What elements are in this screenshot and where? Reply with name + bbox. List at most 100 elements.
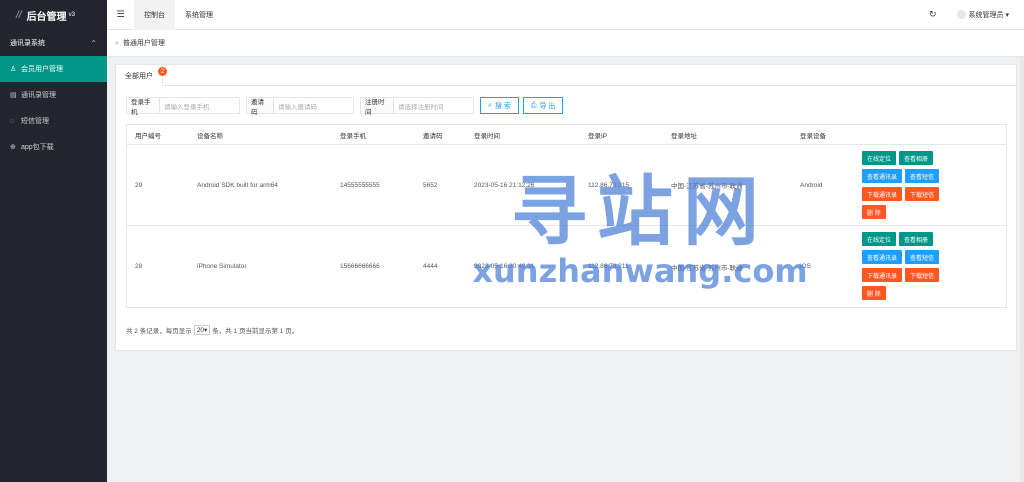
sidebar-item-label: 会员用户管理 (21, 66, 63, 73)
invite-input[interactable]: 请输入邀请码 (274, 97, 354, 114)
cell-address: 中国-江苏省-苏州市-联通 (671, 264, 743, 272)
cell-ip: 112.86.73.215 (588, 181, 630, 189)
download-sms-button[interactable]: 下载短信 (905, 187, 940, 201)
table-row: 29 Android SDK built for arm64 145555555… (127, 145, 1006, 226)
column-header: 登录地址 (671, 132, 697, 140)
view-contacts-button[interactable]: 查看通讯录 (862, 250, 903, 264)
search-button-label: 搜 索 (494, 102, 511, 110)
table-header: 用户编号 设备名称 登录手机 邀请码 登录时间 登录IP 登录地址 登录设备 (127, 125, 1006, 145)
view-sms-button[interactable]: 查看短信 (905, 169, 940, 183)
column-header: 登录IP (588, 132, 608, 140)
row-actions: 在线定位 查看相册 查看通讯录 查看短信 下载通讯录 下载短信 删 除 (862, 232, 957, 304)
page-size-select[interactable]: 20 ▾ (193, 325, 211, 335)
card-tab-row: 全部用户 2 (116, 65, 1016, 86)
chevron-up-icon: ⌃ (90, 38, 97, 48)
pagination: 共 2 条记录，每页显示 20 ▾ 条，共 1 页当前显示第 1 页。 (126, 325, 298, 335)
avatar[interactable] (956, 10, 966, 19)
sidebar-item-contacts[interactable]: ▤ 通讯录管理 (0, 82, 107, 108)
sidebar-item-sms[interactable]: ◌ 短信管理 (0, 108, 107, 134)
invite-filter: 邀请码 请输入邀请码 (246, 97, 354, 116)
column-header: 登录时间 (474, 132, 500, 140)
header-right: ↻ 系统管理员 ▾ (929, 9, 1024, 20)
page-size-value: 20 (196, 326, 204, 334)
tab-label: 控制台 (144, 11, 165, 19)
chevron-down-icon: ▾ (203, 327, 208, 334)
download-contacts-button[interactable]: 下载通讯录 (862, 268, 903, 282)
cell-id: 29 (135, 181, 143, 189)
view-album-button[interactable]: 查看相册 (899, 232, 934, 246)
top-header: ☰ 控制台 系统管理 ↻ 系统管理员 ▾ (107, 0, 1024, 30)
delete-button[interactable]: 删 除 (862, 205, 886, 219)
cell-invite: 4444 (423, 263, 438, 270)
reg-time-filter-label: 注册时间 (360, 97, 394, 116)
phone-filter-label: 登录手机 (126, 97, 160, 116)
cell-device: iPhone Simulator (197, 263, 247, 270)
column-header: 用户编号 (135, 132, 161, 140)
cell-login-time: 2023-05-16 21:12:26 (474, 181, 535, 189)
sidebar-item-member-users[interactable]: ♙ 会员用户管理 (0, 56, 107, 82)
user-menu[interactable]: 系统管理员 ▾ (969, 10, 1009, 20)
view-contacts-button[interactable]: 查看通讯录 (862, 169, 903, 183)
sidebar-item-label: 短信管理 (21, 118, 49, 125)
pagination-suffix: 条，共 1 页当前显示第 1 页。 (212, 328, 299, 335)
menu-toggle-icon[interactable]: ☰ (107, 9, 134, 20)
cell-phone: 14555555555 (340, 181, 380, 189)
user-name: 系统管理员 (968, 11, 1004, 19)
tab-label: 系统管理 (185, 11, 213, 19)
search-button[interactable]: ⌕ 搜 索 (480, 97, 519, 114)
contacts-icon: ▤ (10, 92, 17, 99)
users-table: 用户编号 设备名称 登录手机 邀请码 登录时间 登录IP 登录地址 登录设备 2… (126, 124, 1007, 308)
breadcrumb-current: 普通用户管理 (122, 40, 165, 47)
pagination-prefix: 共 2 条记录，每页显示 (126, 328, 192, 335)
phone-input[interactable]: 请输入登录手机 (160, 97, 240, 114)
column-header: 邀请码 (423, 132, 443, 140)
delete-button[interactable]: 删 除 (862, 286, 886, 300)
tab-console[interactable]: 控制台 (134, 0, 175, 30)
cell-phone: 15666666666 (340, 263, 380, 270)
app-title: 后台管理 (26, 11, 67, 23)
double-chevron-icon: » (115, 39, 119, 47)
scrollbar[interactable] (1020, 57, 1024, 482)
logo-mark-icon: // (16, 9, 22, 21)
nav-group-contacts-system[interactable]: 通讯录系统 ⌃ (0, 30, 107, 56)
sidebar-item-label: app包下载 (21, 144, 54, 151)
phone-filter: 登录手机 请输入登录手机 (126, 97, 240, 116)
cell-id: 28 (135, 263, 143, 270)
caret-down-icon: ▾ (1005, 11, 1009, 19)
sidebar-item-label: 通讯录管理 (21, 92, 56, 99)
invite-filter-label: 邀请码 (246, 97, 274, 116)
tab-all-users[interactable]: 全部用户 (116, 65, 163, 86)
export-button-label: 导 出 (539, 102, 556, 110)
message-icon: ◌ (10, 117, 15, 125)
cell-device: Android SDK built for arm64 (197, 181, 278, 189)
tab-system-management[interactable]: 系统管理 (175, 0, 223, 30)
cell-login-time: 2023-05-16 20:49:31 (474, 263, 535, 270)
logo[interactable]: // 后台管理 v3 (0, 0, 107, 30)
export-button[interactable]: ⎙ 导 出 (522, 97, 564, 114)
user-icon: ♙ (10, 66, 17, 73)
app-version: v3 (68, 12, 75, 18)
sidebar-item-app-download[interactable]: ⊕ app包下载 (0, 134, 107, 160)
main-card: 全部用户 2 登录手机 请输入登录手机 邀请码 请输入邀请码 注册时间 请选择注… (115, 64, 1017, 351)
filter-bar: 登录手机 请输入登录手机 邀请码 请输入邀请码 注册时间 请选择注册时间 ⌕ 搜… (126, 97, 567, 116)
locate-button[interactable]: 在线定位 (862, 151, 897, 165)
print-icon: ⎙ (530, 101, 537, 109)
row-actions: 在线定位 查看相册 查看通讯录 查看短信 下载通讯录 下载短信 删 除 (862, 151, 957, 223)
download-icon: ⊕ (10, 144, 16, 151)
view-album-button[interactable]: 查看相册 (899, 151, 934, 165)
search-icon: ⌕ (488, 101, 492, 109)
cell-device-os: iOS (800, 263, 811, 270)
cell-device-os: Android (800, 181, 823, 189)
nav-group-label: 通讯录系统 (10, 40, 45, 47)
locate-button[interactable]: 在线定位 (862, 232, 897, 246)
reg-time-input[interactable]: 请选择注册时间 (394, 97, 474, 114)
breadcrumb: » 普通用户管理 (107, 30, 1024, 57)
table-row: 28 iPhone Simulator 15666666666 4444 202… (127, 226, 1006, 307)
cell-invite: 5652 (423, 181, 438, 189)
download-sms-button[interactable]: 下载短信 (905, 268, 940, 282)
view-sms-button[interactable]: 查看短信 (905, 250, 940, 264)
cell-address: 中国-江苏省-苏州市-联通 (671, 183, 743, 190)
download-contacts-button[interactable]: 下载通讯录 (862, 187, 903, 201)
refresh-icon[interactable]: ↻ (929, 9, 937, 20)
reg-time-filter: 注册时间 请选择注册时间 (360, 97, 474, 116)
